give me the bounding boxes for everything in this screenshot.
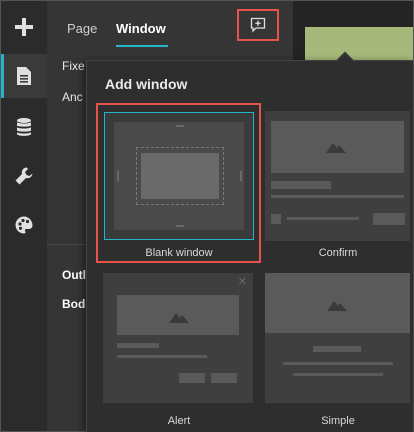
mountain-icon	[326, 143, 346, 153]
tools-button[interactable]	[1, 154, 47, 198]
mountain-icon	[327, 301, 347, 311]
template-alert[interactable]: ✕ Alert	[103, 273, 255, 428]
document-icon	[17, 67, 31, 85]
simple-thumbnail	[265, 273, 410, 403]
body-label: Bod	[62, 297, 86, 311]
left-rail	[1, 1, 47, 431]
simple-label: Simple	[321, 415, 355, 427]
fixed-label: Fixe	[62, 59, 85, 73]
database-icon	[17, 118, 31, 136]
tab-window[interactable]: Window	[116, 21, 166, 36]
data-button[interactable]	[1, 105, 47, 149]
template-confirm[interactable]: Confirm	[265, 111, 414, 261]
popover-title: Add window	[105, 76, 188, 92]
add-window-icon	[250, 17, 266, 33]
outline-label: Outl	[62, 268, 86, 282]
template-simple[interactable]: Simple	[265, 273, 414, 428]
wrench-icon	[15, 167, 33, 185]
palette-icon	[15, 216, 33, 234]
blank-window-label: Blank window	[145, 247, 213, 259]
theme-button[interactable]	[1, 203, 47, 247]
anchor-label: Anc	[62, 90, 83, 104]
plus-icon	[15, 18, 33, 36]
active-tab-indicator	[116, 45, 168, 47]
tab-page[interactable]: Page	[67, 21, 97, 36]
blank-window-thumbnail	[104, 112, 254, 240]
template-blank-window[interactable]: Blank window	[103, 111, 255, 261]
alert-label: Alert	[167, 415, 191, 427]
canvas-element	[305, 27, 413, 61]
mountain-icon	[169, 313, 189, 323]
add-window-popover: Add window Blank window Confirm ✕ Alert …	[86, 51, 414, 432]
add-window-button[interactable]	[237, 9, 279, 41]
pages-button[interactable]	[1, 54, 47, 98]
add-button[interactable]	[1, 5, 47, 49]
confirm-label: Confirm	[318, 247, 358, 259]
close-icon: ✕	[237, 276, 247, 288]
confirm-thumbnail	[265, 111, 410, 241]
alert-thumbnail: ✕	[103, 273, 253, 403]
